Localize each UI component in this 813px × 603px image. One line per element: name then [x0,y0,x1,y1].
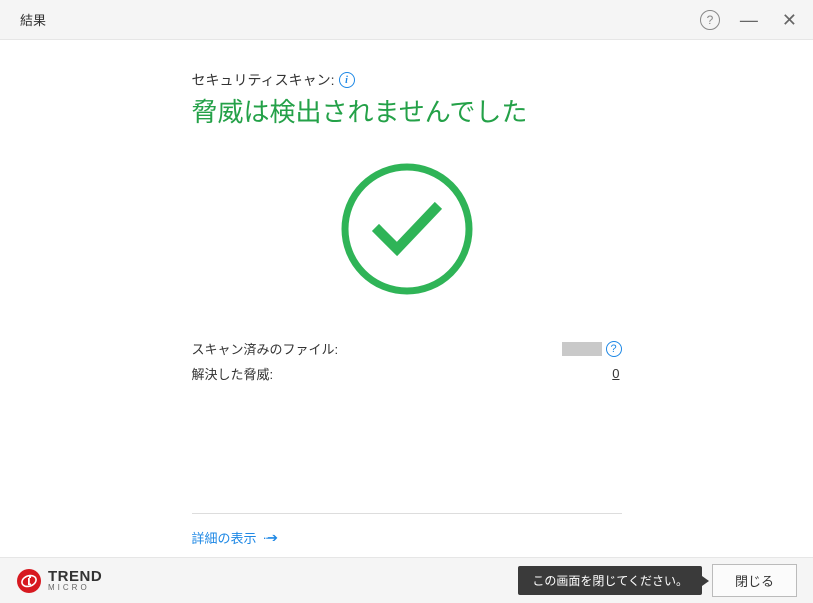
resolved-threats-label: 解決した脅威: [192,364,613,383]
brand-logo: TREND MICRO [16,568,518,594]
scanned-help-icon[interactable]: ? [606,341,622,357]
close-window-button[interactable]: ✕ [778,9,801,31]
window-title: 結果 [20,10,700,29]
divider [192,513,622,514]
stats-section: スキャン済みのファイル: ? 解決した脅威: 0 [192,339,622,383]
info-icon[interactable]: i [339,72,355,88]
scanned-files-row: スキャン済みのファイル: ? [192,339,622,358]
close-hint-tooltip: この画面を閉じてください。 [518,566,702,595]
scanned-files-value-redacted [562,342,602,356]
scanned-files-label: スキャン済みのファイル: [192,339,562,358]
brand-sub: MICRO [48,584,102,592]
titlebar-controls: ? — ✕ [700,9,801,31]
details-link[interactable]: 詳細の表示 ··➔ [192,528,622,547]
main-content: セキュリティスキャン: i 脅威は検出されませんでした スキャン済みのファイル:… [0,40,813,557]
details-link-text: 詳細の表示 [192,528,257,547]
footer: TREND MICRO この画面を閉じてください。 閉じる [0,557,813,603]
arrow-right-icon: ··➔ [263,530,277,546]
minimize-button[interactable]: — [736,9,762,31]
scan-type-label: セキュリティスキャン: [192,70,335,90]
brand-main: TREND [48,569,102,584]
resolved-threats-value[interactable]: 0 [612,366,621,381]
resolved-threats-row: 解決した脅威: 0 [192,364,622,383]
result-heading: 脅威は検出されませんでした [192,92,622,129]
help-icon[interactable]: ? [700,10,720,30]
titlebar: 結果 ? — ✕ [0,0,813,40]
content-inner: セキュリティスキャン: i 脅威は検出されませんでした スキャン済みのファイル:… [192,70,622,547]
trend-logo-icon [16,568,42,594]
checkmark-container [192,159,622,299]
close-button[interactable]: 閉じる [712,564,797,597]
brand-text: TREND MICRO [48,569,102,592]
checkmark-icon [337,159,477,299]
scan-label-row: セキュリティスキャン: i [192,70,622,90]
